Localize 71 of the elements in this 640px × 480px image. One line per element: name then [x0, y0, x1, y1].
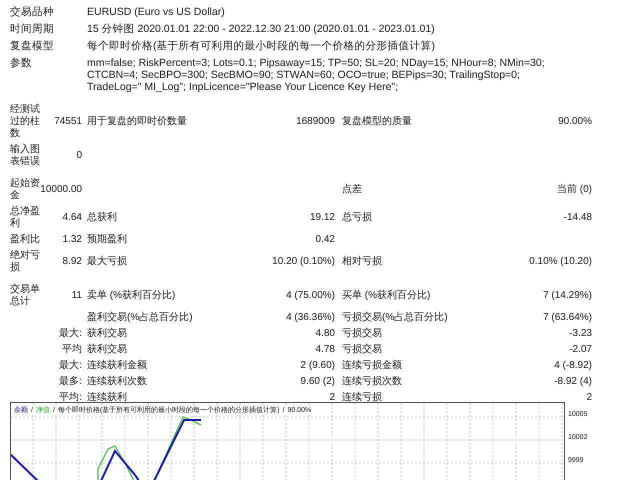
stat-label: 卖单 (%获利百分比) [87, 290, 176, 302]
stat-label: 绝对亏损 [10, 250, 40, 273]
stat-label: 买单 (%获利百分比) [342, 290, 430, 302]
stat-label: 连续亏损金额 [342, 360, 402, 372]
stat-label: 最大亏损 [87, 256, 127, 268]
field-value: 15 分钟图 2020.01.01 22:00 - 2022.12.30 21:00 (2020.01.01 - 2023.01.01) [87, 23, 436, 35]
stat-label: 经测试过的柱数 [10, 104, 40, 139]
stat-label: 获利交易 [87, 328, 127, 340]
stat-label: 连续亏损次数 [342, 376, 402, 388]
stat-label: 预期盈利 [87, 234, 127, 246]
stat-value: 最大: [59, 360, 82, 372]
field-value: EURUSD (Euro vs US Dollar) [87, 6, 226, 18]
stat-value: 0 [76, 150, 82, 162]
stat-value: 平均: [59, 392, 82, 404]
stat-label: 相对亏损 [342, 256, 382, 268]
stat-value: 4 (36.36%) [286, 312, 335, 324]
stat-value: -2.07 [569, 344, 592, 356]
stat-value: 2 (9.60) [300, 360, 335, 372]
stat-value: 平均 [62, 344, 82, 356]
field-label: 时间周期 [10, 23, 55, 35]
stat-label: 复盘模型的质量 [342, 116, 412, 128]
stat-label: 连续获利 [87, 392, 127, 404]
field-label: 参数 [10, 57, 33, 71]
stat-value: 2 [329, 392, 335, 404]
stat-value: 90.00% [558, 116, 592, 128]
stat-label: 起始资金 [10, 178, 40, 201]
stat-label: 输入图表错误 [10, 144, 40, 167]
stat-value: 最多: [59, 376, 82, 388]
stat-value: 74551 [54, 116, 82, 128]
stat-label: 盈利交易(%占总百分比) [87, 312, 193, 324]
stat-value: 4 (75.00%) [286, 290, 335, 302]
stat-label: 点差 [342, 184, 362, 196]
stat-value: 4.80 [316, 328, 335, 340]
stat-label: 用于复盘的即时价数量 [87, 116, 187, 128]
stat-label: 交易单总计 [10, 284, 40, 307]
stat-label: 总亏损 [342, 212, 372, 224]
stat-label: 亏损交易(%占总百分比) [342, 312, 448, 324]
stat-value: 0.10% (10.20) [529, 256, 592, 268]
stat-value: 当前 (0) [557, 184, 592, 196]
stat-value: 7 (63.64%) [543, 312, 592, 324]
stat-value: -8.92 (4) [554, 376, 592, 388]
field-label: 交易品种 [10, 6, 55, 18]
stat-value: 1689009 [296, 116, 335, 128]
stat-value: 10000.00 [40, 184, 82, 196]
stat-value: 11 [72, 290, 82, 302]
stat-value: -14.48 [564, 212, 592, 224]
stat-label: 连续获利金额 [87, 360, 147, 372]
stat-value: 8.92 [62, 256, 82, 268]
stat-value: 9.60 (2) [300, 376, 335, 388]
field-value: 每个即时价格(基于所有可利用的最小时段的每一个价格的分形插值计算) [87, 40, 436, 52]
stat-value: 7 (14.29%) [543, 290, 592, 302]
stat-label: 总净盈利 [10, 206, 40, 229]
stat-value: 4 (-8.92) [554, 360, 592, 372]
stat-value: 10.20 (0.10%) [272, 256, 335, 268]
stat-value: 2 [586, 392, 592, 404]
stat-label: 连续获利次数 [87, 376, 147, 388]
stat-label: 亏损交易 [342, 344, 382, 356]
stat-label: 盈利比 [10, 234, 40, 245]
stat-value: -3.23 [569, 328, 592, 340]
field-value: mm=false; RiskPercent=3; Lots=0.1; Pipsaway=15; TP=50; SL=20; NDay=15; NHour=8; NMin=30; CTCBN=4; SecBPO=300; SecBMO=90; STWAN=60; OCO=true; BEPips=30; TrailingStop=0; TradeLog=" MI_Log"; InpLicence="Please Your Licence Key Here"; [87, 57, 546, 93]
stat-value: 4.78 [316, 344, 335, 356]
stat-value: 1.32 [62, 234, 82, 246]
stat-label: 总获利 [87, 212, 117, 224]
stat-label: 获利交易 [87, 344, 127, 356]
stat-value: 19.12 [310, 212, 335, 224]
stat-label: 亏损交易 [342, 328, 382, 340]
stat-value: 最大: [59, 328, 82, 340]
stat-value: 0.42 [316, 234, 335, 246]
field-label: 复盘模型 [10, 40, 55, 52]
stat-value: 4.64 [62, 212, 82, 224]
stat-label: 连续亏损 [342, 392, 382, 404]
